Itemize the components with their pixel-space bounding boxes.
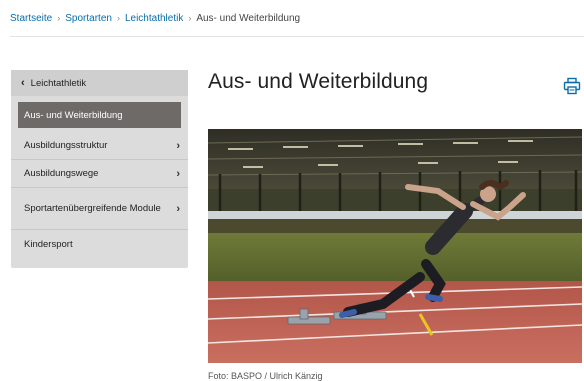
sidenav-back-label: Leichtathletik [30,77,87,89]
breadcrumb-separator: › [116,13,120,23]
breadcrumb-link-leichtathletik[interactable]: Leichtathletik [125,13,183,24]
breadcrumb-separator: › [57,13,61,23]
hero-image-sprinter [208,129,582,363]
breadcrumb-link-startseite[interactable]: Startseite [10,13,52,24]
sidenav-back-link[interactable]: ‹ Leichtathletik [11,70,188,96]
chevron-left-icon: ‹ [21,76,25,89]
sidenav-item-ausbildungswege[interactable]: Ausbildungswege › [11,160,188,188]
chevron-right-icon: › [176,202,180,215]
chevron-right-icon: › [176,167,180,180]
sidenav-item-label: Aus- und Weiterbildung [24,109,123,121]
sidenav-item-label: Ausbildungswege [24,168,99,179]
sidenav-item-kindersport[interactable]: Kindersport [11,230,188,258]
sidenav-item-sportartenuebergreifende-module[interactable]: Sportartenübergreifende Module › [11,188,188,230]
sidenav-item-label: Kindersport [24,238,73,250]
breadcrumb-current: Aus- und Weiterbildung [196,13,301,24]
page-title: Aus- und Weiterbildung [208,70,429,93]
sidenav-item-label: Sportartenübergreifende Module [24,202,161,214]
image-caption: Foto: BASPO / Ulrich Känzig [208,371,323,381]
chevron-right-icon: › [176,139,180,152]
sidenav-item-label: Ausbildungsstruktur [24,140,108,151]
printer-icon[interactable] [563,77,581,95]
header-divider [10,36,584,37]
sidenav-item-aus-und-weiterbildung[interactable]: Aus- und Weiterbildung [18,102,181,128]
breadcrumb-separator: › [188,13,192,23]
breadcrumb-link-sportarten[interactable]: Sportarten [65,13,112,24]
sidenav-item-ausbildungsstruktur[interactable]: Ausbildungsstruktur › [11,132,188,160]
side-navigation: ‹ Leichtathletik Aus- und Weiterbildung … [11,70,188,268]
breadcrumb: Startseite › Sportarten › Leichtathletik › Aus… [10,13,300,24]
